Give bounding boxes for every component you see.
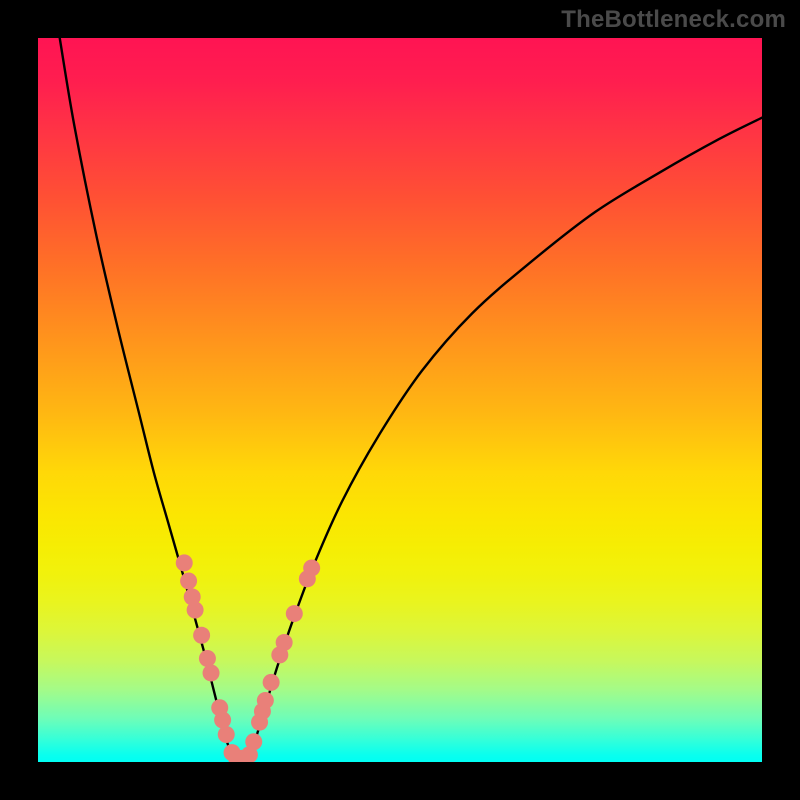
data-point [257,692,274,709]
watermark-text: TheBottleneck.com [561,6,786,34]
plot-area [38,38,762,762]
data-point [176,554,193,571]
right-dots [241,559,320,762]
chart-frame: TheBottleneck.com [0,0,800,800]
data-point [187,601,204,618]
data-point [199,650,216,667]
data-point [303,559,320,576]
data-point [193,627,210,644]
left-dots [176,554,251,762]
chart-svg [38,38,762,762]
right-curve [248,118,762,762]
data-point [263,674,280,691]
data-point [180,573,197,590]
data-point [218,726,235,743]
data-point [245,733,262,750]
data-point [214,712,231,729]
data-point [286,605,303,622]
data-point [276,634,293,651]
data-point [203,664,220,681]
